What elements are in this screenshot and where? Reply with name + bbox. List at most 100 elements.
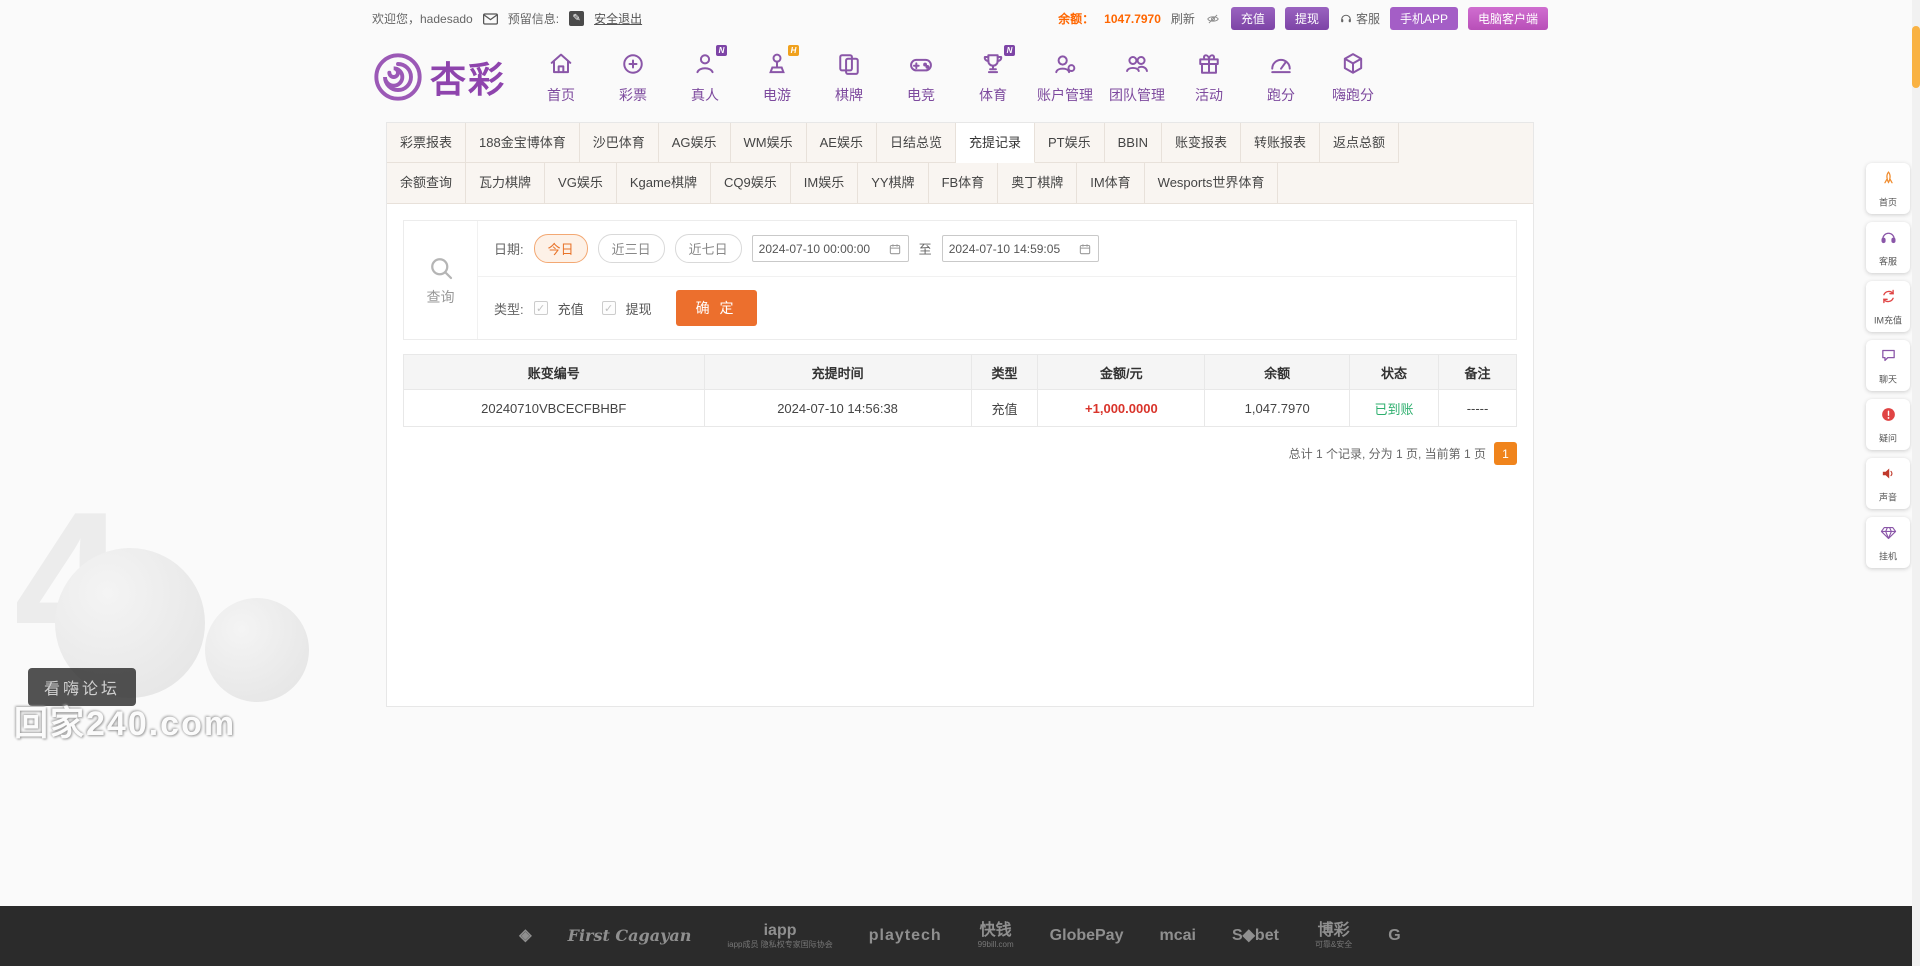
nav-item-chess[interactable]: 棋牌 xyxy=(820,50,878,105)
deposit-checkbox[interactable] xyxy=(533,301,548,315)
tab-balance-change-report[interactable]: 账变报表 xyxy=(1161,123,1241,163)
nav-item-account[interactable]: 账户管理 xyxy=(1036,50,1094,105)
scrollbar-thumb[interactable] xyxy=(1912,26,1920,88)
quick-3days-button[interactable]: 近三日 xyxy=(597,234,665,263)
type-filter-row: 类型: 充值 提现 确 定 xyxy=(478,276,1516,339)
mobile-app-button[interactable]: 手机APP xyxy=(1389,7,1458,30)
float-question-button[interactable]: 疑问 xyxy=(1866,399,1910,450)
tab-im-games[interactable]: IM娱乐 xyxy=(791,163,859,203)
cell-id: 20240710VBCECFBHBF xyxy=(403,389,705,427)
tabs-row-1: 彩票报表 188金宝博体育 沙巴体育 AG娱乐 WM娱乐 AE娱乐 日结总览 充… xyxy=(387,123,1533,163)
pagination-summary: 总计 1 个记录, 分为 1 页, 当前第 1 页 xyxy=(1288,447,1486,461)
nav-item-lottery[interactable]: 彩票 xyxy=(604,50,662,105)
exclamation-icon xyxy=(1881,408,1895,421)
tab-balance-query[interactable]: 余额查询 xyxy=(387,163,467,203)
withdraw-button[interactable]: 提现 xyxy=(1284,7,1329,30)
pc-client-button[interactable]: 电脑客户端 xyxy=(1467,7,1548,30)
partner-logo-globepay: GlobePay xyxy=(1049,927,1124,945)
quick-7days-button[interactable]: 近七日 xyxy=(674,234,742,263)
quick-today-button[interactable]: 今日 xyxy=(533,234,588,263)
tab-wesports[interactable]: Wesports世界体育 xyxy=(1145,163,1279,203)
tab-fb-sports[interactable]: FB体育 xyxy=(929,163,999,203)
tab-rebate-total[interactable]: 返点总额 xyxy=(1320,123,1400,163)
col-status: 状态 xyxy=(1349,354,1440,390)
page-1-button[interactable]: 1 xyxy=(1494,442,1517,465)
tab-188-sports[interactable]: 188金宝博体育 xyxy=(466,123,580,163)
date-filter-row: 日期: 今日 近三日 近七日 至 xyxy=(478,221,1516,276)
nav-item-promo[interactable]: 活动 xyxy=(1180,50,1238,105)
tab-yy-chess[interactable]: YY棋牌 xyxy=(858,163,929,203)
tab-ae[interactable]: AE娱乐 xyxy=(806,123,877,163)
site-logo[interactable]: 杏彩 xyxy=(372,51,506,103)
edit-icon[interactable]: ✎ xyxy=(569,11,585,26)
tab-lottery-report[interactable]: 彩票报表 xyxy=(387,123,467,163)
withdraw-checkbox-label: 提现 xyxy=(625,301,652,317)
tab-cq9[interactable]: CQ9娱乐 xyxy=(711,163,791,203)
welcome-text: 欢迎您，hadesado xyxy=(372,12,473,26)
refresh-link[interactable]: 刷新 xyxy=(1171,10,1195,27)
eye-slash-icon[interactable] xyxy=(1205,12,1221,26)
site-header: 杏彩 首页 彩票 N 真人 H 电游 棋牌 电竞 N 体育 账户管理 团队管理 … xyxy=(372,40,1548,114)
to-label: 至 xyxy=(918,242,932,257)
logo-flower-icon xyxy=(374,53,422,101)
service-link[interactable]: 客服 xyxy=(1339,10,1380,27)
nav-item-esports[interactable]: 电竞 xyxy=(892,50,950,105)
tab-aoding-chess[interactable]: 奥丁棋牌 xyxy=(998,163,1078,203)
tab-pt[interactable]: PT娱乐 xyxy=(1035,123,1105,163)
date-from-input[interactable] xyxy=(758,241,883,256)
cell-note: ----- xyxy=(1438,389,1517,427)
tab-ag[interactable]: AG娱乐 xyxy=(658,123,731,163)
topbar: 欢迎您，hadesado 预留信息: ✎ 安全退出 余额： 1047.7970 … xyxy=(372,0,1548,30)
col-note: 备注 xyxy=(1438,354,1517,390)
confirm-button[interactable]: 确 定 xyxy=(675,290,757,326)
mail-icon[interactable] xyxy=(482,12,498,25)
nav-item-sports[interactable]: N 体育 xyxy=(964,44,1022,105)
cell-balance: 1,047.7970 xyxy=(1204,389,1351,427)
query-panel: 查询 日期: 今日 近三日 近七日 至 类型: xyxy=(403,220,1517,340)
partner-logo-first-cagayan: First Cagayan xyxy=(567,926,692,946)
balance-value: 1047.7970 xyxy=(1104,11,1161,26)
cell-amount: +1,000.0000 xyxy=(1037,389,1206,427)
nav-item-home[interactable]: 首页 xyxy=(532,50,590,105)
bg-ball xyxy=(205,598,309,702)
diamond-icon xyxy=(1880,526,1896,540)
tab-deposit-withdraw-records[interactable]: 充提记录 xyxy=(956,123,1036,163)
tab-im-sports[interactable]: IM体育 xyxy=(1077,163,1145,203)
float-im-recharge-button[interactable]: IM充值 xyxy=(1866,281,1910,332)
chat-bubble-icon xyxy=(1881,349,1895,362)
float-sound-button[interactable]: 声音 xyxy=(1866,458,1910,509)
col-account-change-id: 账变编号 xyxy=(403,354,705,390)
tab-kgame[interactable]: Kgame棋牌 xyxy=(617,163,712,203)
deposit-button[interactable]: 充值 xyxy=(1230,7,1275,30)
col-balance: 余额 xyxy=(1204,354,1351,390)
nav-item-egames[interactable]: H 电游 xyxy=(748,44,806,105)
withdraw-checkbox[interactable] xyxy=(601,301,616,315)
date-to-input[interactable] xyxy=(948,241,1073,256)
live-dealer-icon: N xyxy=(691,44,728,78)
records-table: 账变编号 充提时间 类型 金额/元 余额 状态 备注 20240710VBCEC… xyxy=(403,354,1517,427)
search-icon xyxy=(430,258,452,280)
tab-wali-chess[interactable]: 瓦力棋牌 xyxy=(466,163,546,203)
float-service-button[interactable]: 客服 xyxy=(1866,222,1910,273)
refresh-icon xyxy=(1882,289,1894,304)
float-idle-button[interactable]: 挂机 xyxy=(1866,517,1910,568)
tab-wm[interactable]: WM娱乐 xyxy=(730,123,807,163)
gift-icon xyxy=(1195,50,1223,78)
tab-bbin[interactable]: BBIN xyxy=(1104,123,1162,163)
tab-saba-sports[interactable]: 沙巴体育 xyxy=(579,123,659,163)
float-home-button[interactable]: 首页 xyxy=(1866,163,1910,214)
tab-transfer-report[interactable]: 转账报表 xyxy=(1241,123,1321,163)
nav-item-hi-paofen[interactable]: 嗨跑分 xyxy=(1324,50,1382,105)
nav-item-paofen[interactable]: 跑分 xyxy=(1252,50,1310,105)
partner-logo-mcai: mcai xyxy=(1159,927,1196,945)
nav-item-live[interactable]: N 真人 xyxy=(676,44,734,105)
logout-link[interactable]: 安全退出 xyxy=(594,10,642,27)
scrollbar-track[interactable] xyxy=(1912,0,1920,966)
balance-label: 余额： xyxy=(1058,12,1095,26)
cell-type: 充值 xyxy=(970,389,1039,427)
calendar-icon xyxy=(1079,243,1090,254)
tab-vg[interactable]: VG娱乐 xyxy=(545,163,617,203)
nav-item-team[interactable]: 团队管理 xyxy=(1108,50,1166,105)
tab-daily-summary[interactable]: 日结总览 xyxy=(876,123,956,163)
float-chat-button[interactable]: 聊天 xyxy=(1866,340,1910,391)
